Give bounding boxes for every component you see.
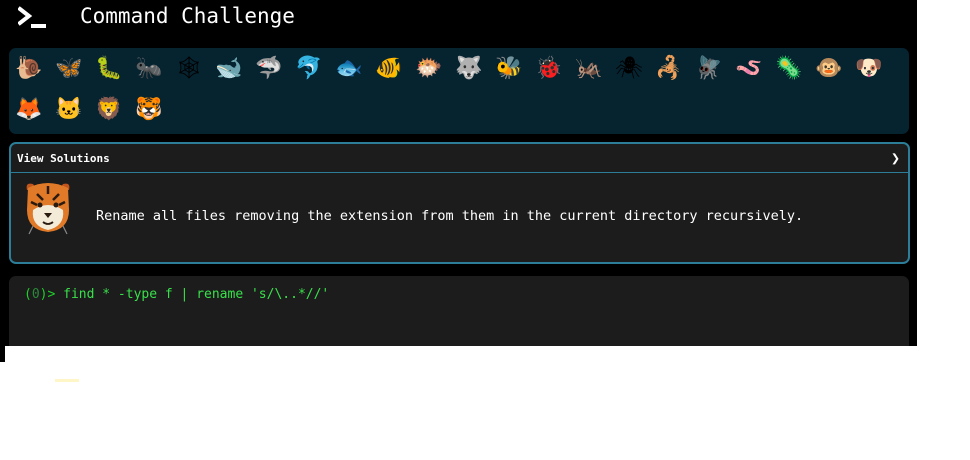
monkey-icon[interactable]: 🐵 bbox=[812, 52, 846, 86]
solutions-panel: View Solutions ❯ Rename all files removi… bbox=[9, 142, 910, 264]
wolf-icon[interactable]: 🐺 bbox=[452, 52, 486, 86]
ladybug-icon[interactable]: 🐞 bbox=[532, 52, 566, 86]
tropical-fish-icon[interactable]: 🐠 bbox=[372, 52, 406, 86]
app-window: Command Challenge 🐌 🦋 🐛 🐜 🕸 🐋 🦈 🐬 🐟 🐠 🐡 🐺 🐝 🐞 🦗 🕷 🦂 🪰 🪱 🦠 🐵 🐶… bbox=[0, 0, 917, 346]
butterfly-icon[interactable]: 🦋 bbox=[52, 52, 86, 86]
tiger-icon bbox=[26, 183, 70, 235]
ant-icon[interactable]: 🐜 bbox=[132, 52, 166, 86]
prompt-close: )> bbox=[39, 287, 64, 302]
microbe-icon[interactable]: 🦠 bbox=[772, 52, 806, 86]
worm-icon[interactable]: 🪱 bbox=[732, 52, 766, 86]
chevron-right-icon: ❯ bbox=[890, 149, 900, 167]
cricket-icon[interactable]: 🦗 bbox=[572, 52, 606, 86]
cursor-artifact bbox=[55, 379, 79, 382]
window-edge bbox=[0, 346, 5, 362]
dolphin-icon[interactable]: 🐬 bbox=[292, 52, 326, 86]
snail-icon[interactable]: 🐌 bbox=[12, 52, 46, 86]
app-header: Command Challenge bbox=[0, 0, 917, 40]
challenge-description: Rename all files removing the extension … bbox=[96, 208, 804, 224]
app-title: Command Challenge bbox=[80, 4, 295, 28]
level-selector: 🐌 🦋 🐛 🐜 🕸 🐋 🦈 🐬 🐟 🐠 🐡 🐺 🐝 🐞 🦗 🕷 🦂 🪰 🪱 🦠 🐵 🐶 🦊 🐱 🦁 🐯 bbox=[9, 48, 909, 134]
prompt-open: ( bbox=[24, 287, 32, 302]
whale-icon[interactable]: 🐋 bbox=[212, 52, 246, 86]
spider-web-icon[interactable]: 🕸 bbox=[172, 52, 206, 86]
dog-icon[interactable]: 🐶 bbox=[852, 52, 886, 86]
prompt-number: 0 bbox=[31, 287, 40, 302]
caterpillar-icon[interactable]: 🐛 bbox=[92, 52, 126, 86]
scorpion-icon[interactable]: 🦂 bbox=[652, 52, 686, 86]
lion-icon[interactable]: 🦁 bbox=[92, 93, 126, 127]
bee-icon[interactable]: 🐝 bbox=[492, 52, 526, 86]
terminal-panel[interactable]: (0)> find * -type f | rename 's/\..*//' bbox=[9, 276, 909, 346]
fish-icon[interactable]: 🐟 bbox=[332, 52, 366, 86]
command-input[interactable]: find * -type f | rename 's/\..*//' bbox=[63, 287, 329, 302]
terminal-prompt-icon[interactable] bbox=[18, 6, 48, 30]
fly-icon[interactable]: 🪰 bbox=[692, 52, 726, 86]
view-solutions-label: View Solutions bbox=[17, 152, 110, 165]
shark-icon[interactable]: 🦈 bbox=[252, 52, 286, 86]
spider-icon[interactable]: 🕷 bbox=[612, 52, 646, 86]
view-solutions-toggle[interactable]: View Solutions ❯ bbox=[11, 144, 908, 173]
prompt-line[interactable]: (0)> find * -type f | rename 's/\..*//' bbox=[24, 287, 329, 302]
cat-icon[interactable]: 🐱 bbox=[52, 93, 86, 127]
blowfish-icon[interactable]: 🐡 bbox=[412, 52, 446, 86]
fox-icon[interactable]: 🦊 bbox=[12, 93, 46, 127]
tiger-icon[interactable]: 🐯 bbox=[132, 93, 166, 127]
